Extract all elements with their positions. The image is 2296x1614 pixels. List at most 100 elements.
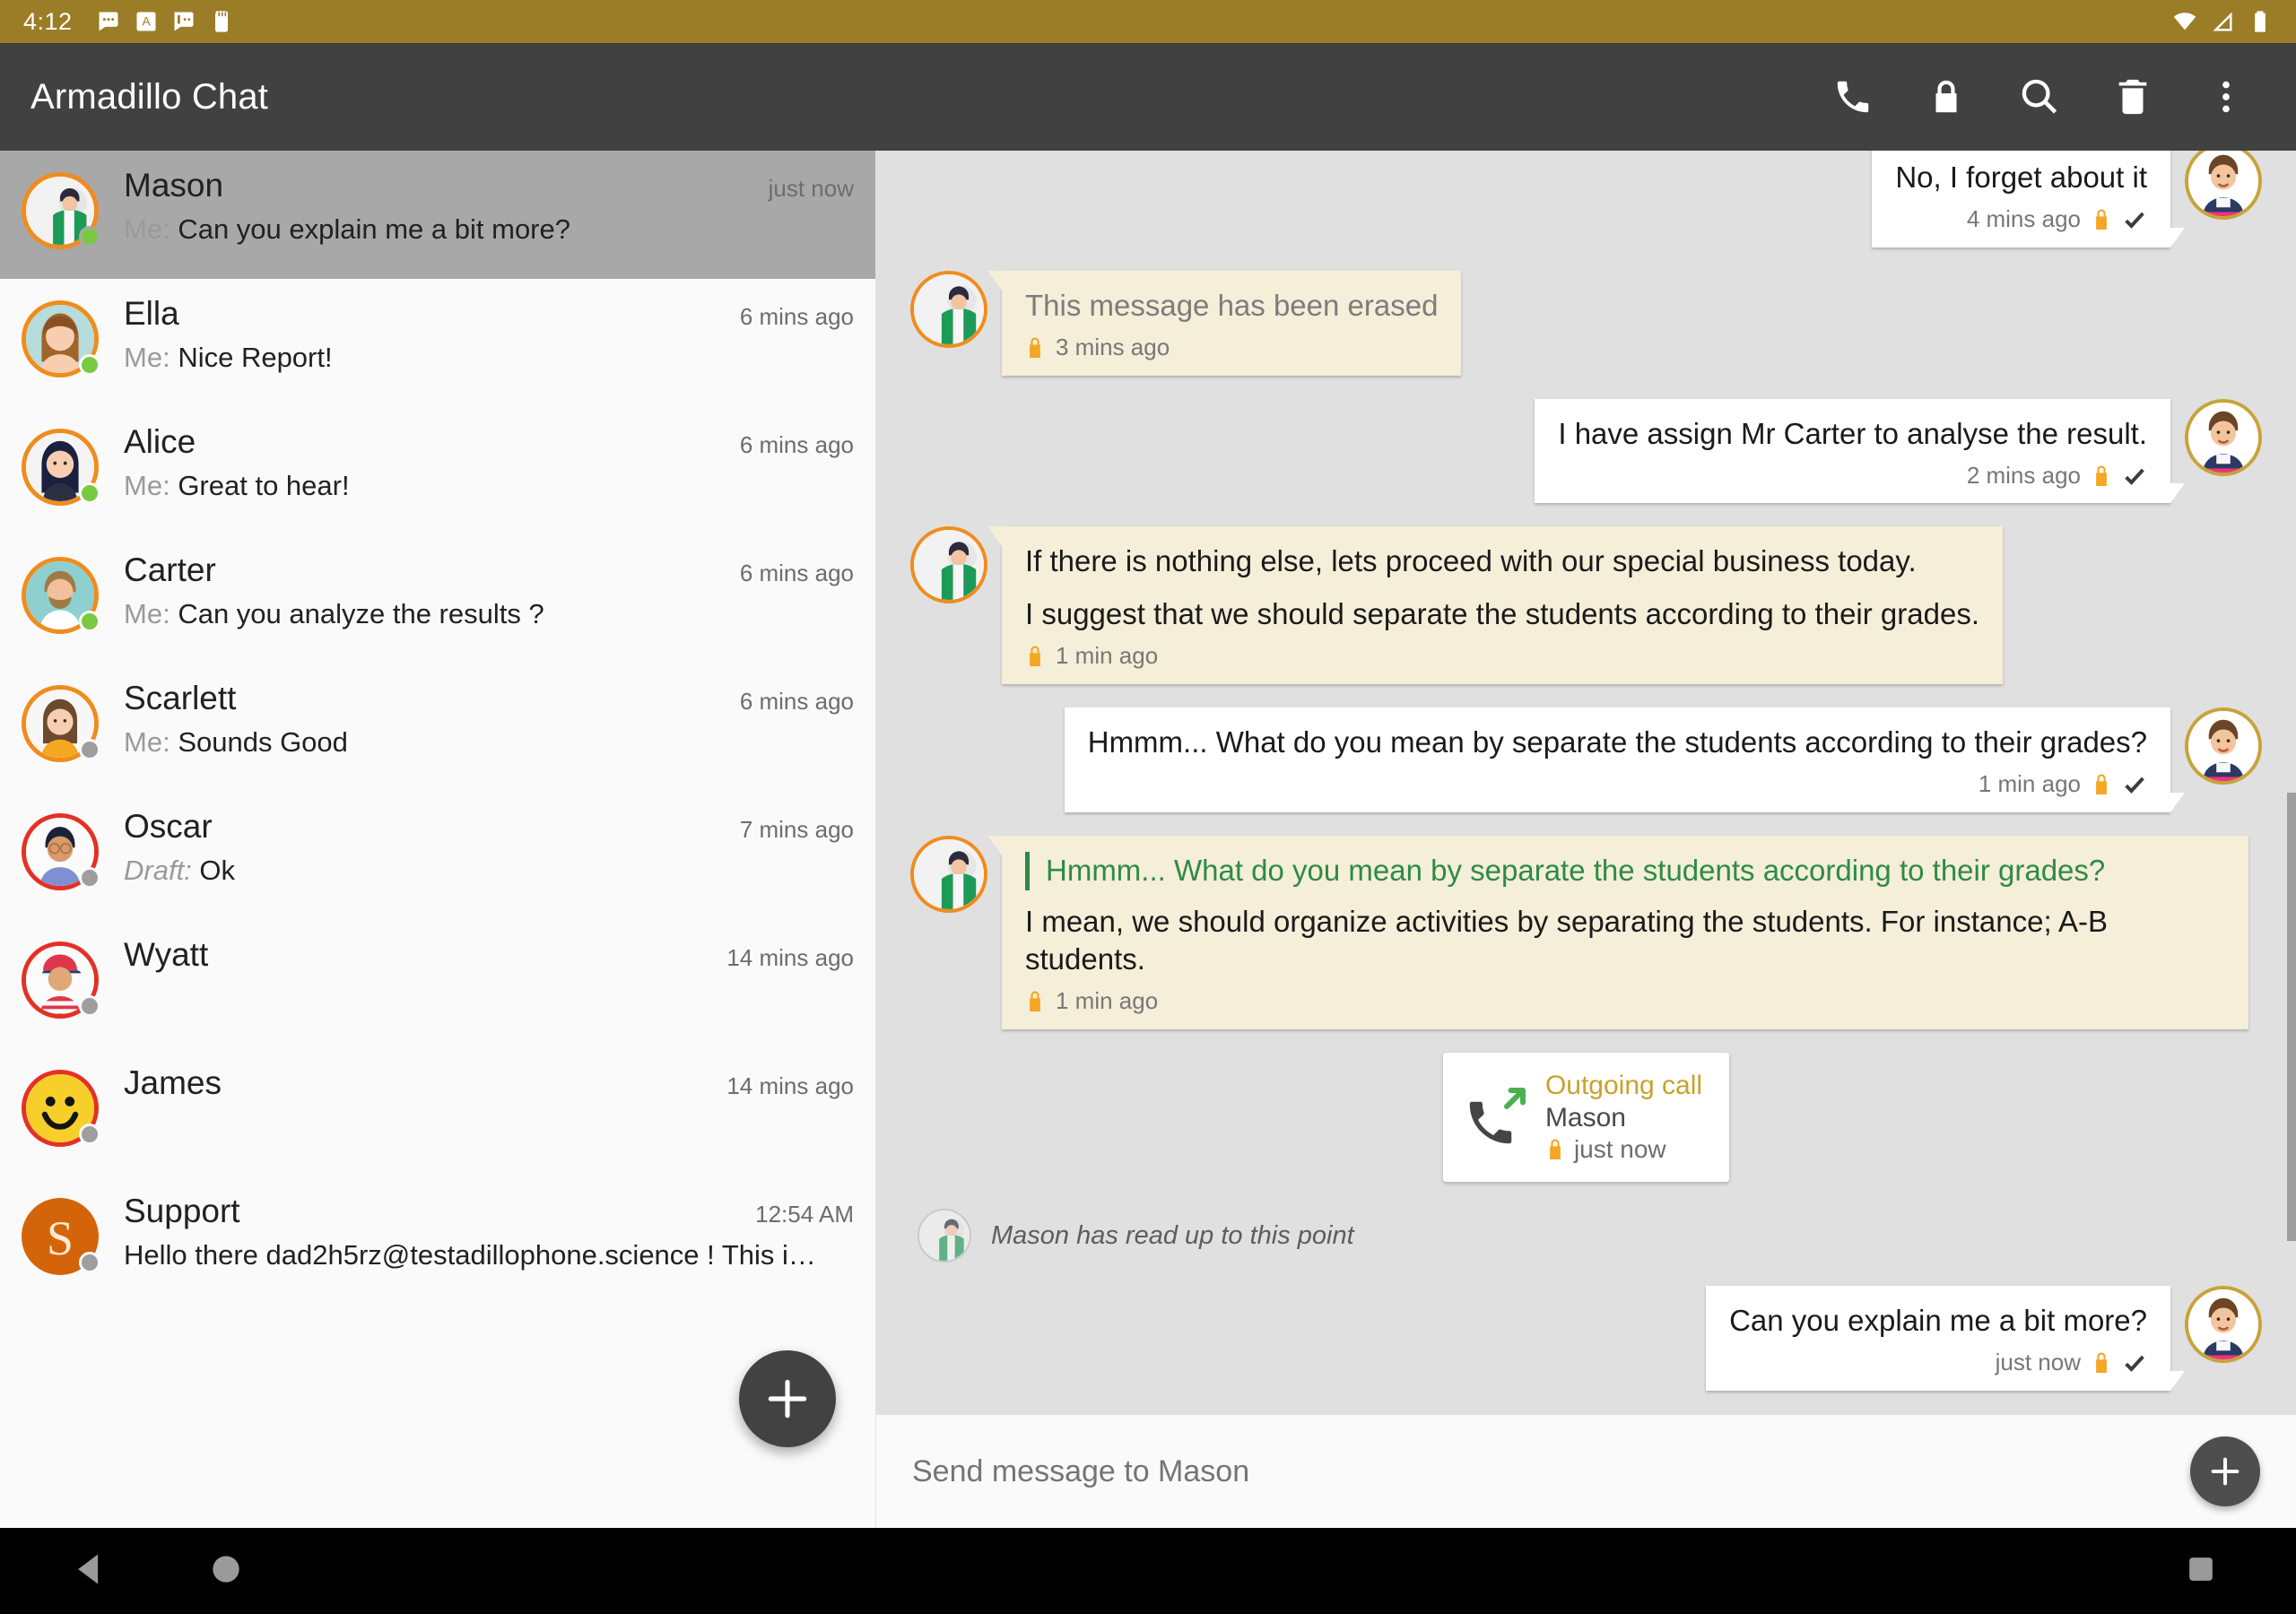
incoming-message-row[interactable]: This message has been erased 3 mins ago (910, 271, 2262, 376)
bubble-tail (2170, 483, 2185, 504)
message-meta: 1 min ago (1025, 986, 2225, 1017)
overflow-button[interactable] (2201, 72, 2251, 122)
message-bubble[interactable]: Can you explain me a bit more? just now (1706, 1286, 2185, 1391)
conversation-item-wyatt[interactable]: Wyatt 14 mins ago (0, 920, 875, 1048)
new-conversation-fab[interactable] (739, 1350, 836, 1447)
sender-avatar-mason (910, 271, 987, 349)
conversation-item-oscar[interactable]: Oscar 7 mins ago Draft: Ok (0, 792, 875, 920)
message-input[interactable] (912, 1453, 2190, 1489)
conversation-body: Support 12:54 AM Hello there dad2h5rz@te… (99, 1193, 854, 1271)
delete-button[interactable] (2108, 72, 2158, 122)
message-text: This message has been erased (1025, 289, 1439, 323)
message-bubble[interactable]: If there is nothing else, lets proceed w… (987, 526, 2003, 685)
call-contact-name: Mason (1544, 1103, 1626, 1133)
conversation-time: 14 mins ago (726, 1072, 854, 1099)
lock-icon (1025, 644, 1045, 669)
search-button[interactable] (2014, 72, 2065, 122)
message-bubble[interactable]: Hmmm... What do you mean by separate the… (1064, 707, 2185, 812)
avatar: S (22, 1198, 100, 1275)
chat-pane: This message has been erased9 mins agoTh… (876, 151, 2296, 1528)
conversation-list[interactable]: Mason just now Me: Can you explain me a … (0, 151, 876, 1528)
outgoing-message-row[interactable]: Can you explain me a bit more? just now (910, 1286, 2262, 1391)
incoming-message-row[interactable]: If there is nothing else, lets proceed w… (910, 526, 2262, 685)
bubble-tail (2170, 792, 2185, 812)
call-button[interactable] (1828, 72, 1878, 122)
presence-indicator (79, 226, 100, 247)
message-text: I mean, we should organize activities by… (1025, 904, 2108, 976)
message-text: If there is nothing else, lets proceed w… (1025, 544, 1917, 578)
quoted-message: Hmmm... What do you mean by separate the… (1025, 851, 2225, 890)
sender-avatar-me (2185, 151, 2262, 221)
outgoing-message-row[interactable]: I have assign Mr Carter to analyse the r… (910, 398, 2262, 504)
app-bar-actions (1828, 72, 2266, 122)
conversation-snippet-prefix: Me: (124, 213, 170, 245)
conversation-item-mason[interactable]: Mason just now Me: Can you explain me a … (0, 151, 875, 279)
avatar (22, 172, 100, 249)
message-meta: just now (1729, 1348, 2147, 1378)
nav-home-button[interactable] (206, 1549, 246, 1593)
svg-text:A: A (142, 14, 151, 29)
main-content: Mason just now Me: Can you explain me a … (0, 151, 2296, 1528)
call-time: just now (1545, 1135, 1702, 1164)
call-event-row: Outgoing call Mason just now (910, 1053, 2262, 1183)
phone-outgoing-icon (1463, 1084, 1529, 1150)
message-bubble[interactable]: No, I forget about it 4 mins ago (1872, 151, 2185, 248)
sender-avatar-me (2185, 707, 2262, 785)
conversation-snippet: Me: Sounds Good (124, 726, 854, 759)
conversation-item-alice[interactable]: Alice 6 mins ago Me: Great to hear! (0, 407, 875, 535)
conversation-body: Mason just now Me: Can you explain me a … (99, 167, 854, 246)
message-bubble[interactable]: This message has been erased 3 mins ago (987, 271, 1462, 376)
conversation-item-scarlett[interactable]: Scarlett 6 mins ago Me: Sounds Good (0, 664, 875, 792)
conversation-body: Wyatt 14 mins ago (99, 936, 854, 974)
message-meta: 1 min ago (1088, 769, 2147, 800)
page-title: Armadillo Chat (30, 76, 269, 117)
status-clock: 4:12 (23, 7, 73, 35)
avatar-art (914, 838, 984, 909)
read-check-icon (2122, 1350, 2147, 1375)
attach-button[interactable] (2190, 1436, 2260, 1506)
bubble-tail (2170, 1370, 2185, 1391)
presence-indicator (79, 867, 100, 889)
message-time: 4 mins ago (1966, 205, 2081, 233)
avatar (22, 429, 100, 506)
conversation-snippet-text: Ok (199, 855, 236, 886)
message-list[interactable]: This message has been erased9 mins agoTh… (876, 151, 2296, 1414)
bubble-tail (987, 526, 1002, 547)
home-circle-icon (213, 1555, 239, 1583)
conversation-item-support[interactable]: S Support 12:54 AM Hello there dad2h5rz@… (0, 1176, 875, 1305)
message-list-scrollbar[interactable] (2287, 793, 2296, 1241)
conversation-snippet: Me: Can you explain me a bit more? (124, 213, 854, 246)
outgoing-message-row[interactable]: No, I forget about it 4 mins ago (910, 151, 2262, 248)
avatar-art (2188, 711, 2258, 782)
lock-icon (2092, 464, 2111, 489)
message-text: I suggest that we should separate the st… (1025, 597, 1979, 631)
incoming-message-row[interactable]: Hmmm... What do you mean by separate the… (910, 835, 2262, 1030)
conversation-name: Oscar (124, 808, 213, 845)
message-bubble[interactable]: I have assign Mr Carter to analyse the r… (1535, 398, 2185, 504)
conversation-snippet-prefix: Me: (124, 726, 170, 758)
call-type: Outgoing call (1544, 1071, 1703, 1101)
read-receipt-marker: Mason has read up to this point (918, 1209, 2262, 1263)
message-time: 3 mins ago (1056, 333, 1170, 360)
conversation-item-james[interactable]: James 14 mins ago (0, 1048, 875, 1176)
avatar-art (914, 274, 984, 345)
outgoing-call-card[interactable]: Outgoing call Mason just now (1442, 1053, 1730, 1183)
conversation-body: Ella 6 mins ago Me: Nice Report! (99, 295, 854, 374)
conversation-time: just now (768, 175, 854, 202)
conversation-snippet-text: Hello there dad2h5rz@testadillophone.sci… (124, 1239, 816, 1271)
conversation-item-ella[interactable]: Ella 6 mins ago Me: Nice Report! (0, 279, 875, 407)
outgoing-message-row[interactable]: Hmmm... What do you mean by separate the… (910, 707, 2262, 812)
conversation-time: 6 mins ago (739, 303, 854, 330)
conversation-snippet-text: Great to hear! (178, 470, 350, 501)
presence-indicator (79, 1252, 100, 1273)
chat-icon (174, 12, 194, 31)
conversation-name: Mason (124, 167, 224, 204)
nav-recents-button[interactable] (2181, 1549, 2221, 1593)
more-vertical-icon (2222, 81, 2230, 113)
message-time: 1 min ago (1056, 642, 1159, 670)
nav-back-button[interactable] (70, 1549, 109, 1593)
lock-button[interactable] (1921, 72, 1971, 122)
conversation-item-carter[interactable]: Carter 6 mins ago Me: Can you analyze th… (0, 535, 875, 664)
message-bubble[interactable]: Hmmm... What do you mean by separate the… (987, 835, 2248, 1030)
avatar-art (914, 530, 984, 601)
